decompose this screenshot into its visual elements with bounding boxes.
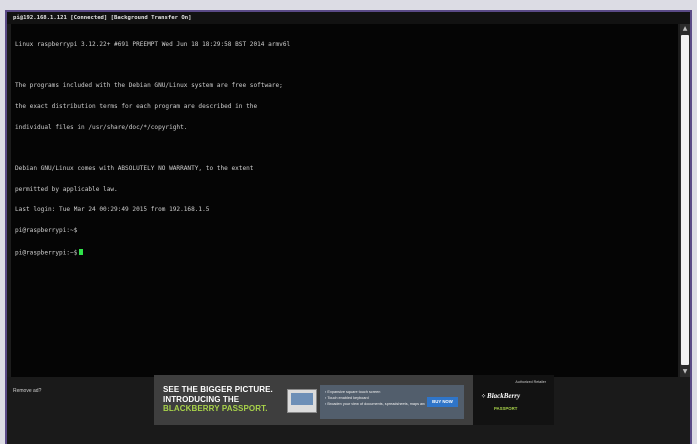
brand-name: BlackBerry <box>487 392 521 400</box>
ad-feature-panel: Expansive square touch screen Touch enab… <box>320 385 464 419</box>
text-cursor <box>79 248 84 256</box>
ad-headline-line: SEE THE BIGGER PICTURE. <box>163 385 273 394</box>
list-item: Broaden your view of documents, spreadsh… <box>325 401 425 407</box>
ad-brand-block: Authorized Retailer ⁘BlackBerry PASSPORT <box>473 375 554 425</box>
scrollbar-thumb[interactable] <box>681 35 689 365</box>
terminal-output: Linux raspberrypi 3.12.22+ #691 PREEMPT … <box>15 28 672 270</box>
phone-image <box>287 389 317 413</box>
ad-product-label: PASSPORT <box>494 406 518 411</box>
ad-headline-line: INTRODUCING THE <box>163 394 240 404</box>
terminal-line: The programs included with the Debian GN… <box>15 82 283 90</box>
terminal-line: pi@raspberrypi:~$ <box>15 227 78 235</box>
terminal-line: Last login: Tue Mar 24 00:29:49 2015 fro… <box>15 206 210 214</box>
ad-feature-list: Expansive square touch screen Touch enab… <box>325 389 425 407</box>
terminal-line: the exact distribution terms for each pr… <box>15 102 258 110</box>
terminal-line: permitted by applicable law. <box>15 185 118 193</box>
terminal-pane[interactable]: Linux raspberrypi 3.12.22+ #691 PREEMPT … <box>11 24 678 377</box>
ad-headline-accent: BLACKBERRY PASSPORT. <box>163 404 268 413</box>
ad-headline: SEE THE BIGGER PICTURE. INTRODUCING THE … <box>163 385 283 414</box>
arrow-down-icon[interactable]: ▼ <box>680 367 690 377</box>
phone-screen <box>291 393 313 405</box>
blackberry-logo: ⁘BlackBerry <box>481 392 520 400</box>
terminal-scrollbar[interactable]: ▲ ▼ <box>680 24 690 377</box>
ad-banner[interactable]: SEE THE BIGGER PICTURE. INTRODUCING THE … <box>154 375 554 425</box>
blackberry-icon: ⁘ <box>481 394 487 400</box>
terminal-prompt-line[interactable]: pi@raspberrypi:~$ <box>15 248 672 257</box>
terminal-line: individual files in /usr/share/doc/*/cop… <box>15 123 188 131</box>
remove-ad-link[interactable]: Remove ad? <box>13 388 41 394</box>
shell-prompt: pi@raspberrypi:~$ <box>15 249 78 257</box>
terminal-line: Linux raspberrypi 3.12.22+ #691 PREEMPT … <box>15 40 291 48</box>
window-title: pi@192.168.1.121 [Connected] [Background… <box>7 12 690 24</box>
arrow-up-icon[interactable]: ▲ <box>680 24 690 34</box>
terminal-line: Debian GNU/Linux comes with ABSOLUTELY N… <box>15 165 254 173</box>
ad-retailer-label: Authorized Retailer <box>515 380 546 384</box>
buy-now-button[interactable]: BUY NOW <box>427 397 458 407</box>
